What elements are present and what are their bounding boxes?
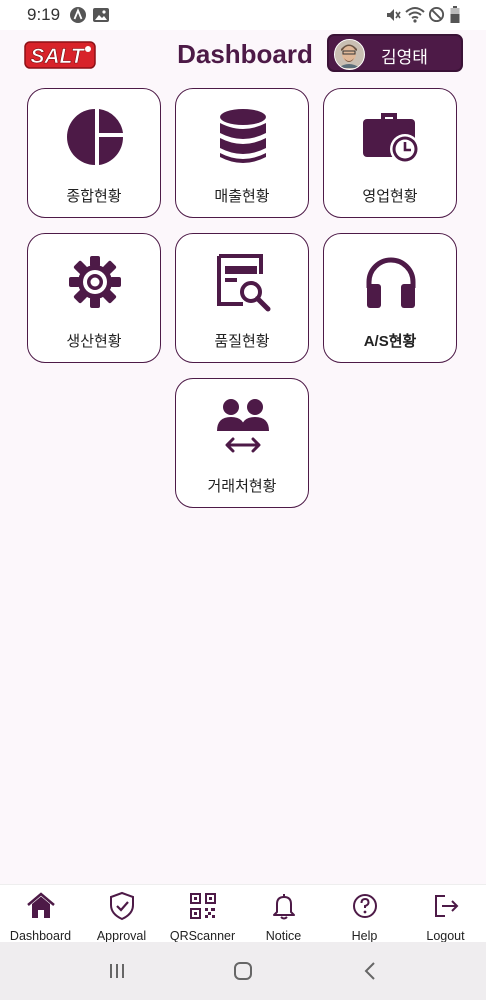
headphones-icon [366, 257, 416, 308]
nav-qrscanner[interactable]: QRScanner [162, 885, 243, 943]
navigation-app-icon [70, 7, 86, 23]
nav-label: Help [351, 929, 378, 943]
avatar [334, 39, 365, 70]
logout-icon [435, 895, 459, 917]
image-notification-icon [93, 8, 109, 22]
bottom-navigation: Dashboard Approval QRScanner Notice Help… [0, 884, 486, 943]
database-icon [220, 109, 266, 163]
shield-check-icon [110, 891, 134, 921]
nav-help[interactable]: Help [324, 885, 405, 943]
page-title: Dashboard [177, 39, 313, 69]
status-bar: 9:19 [0, 0, 486, 30]
nav-label: Notice [265, 929, 302, 943]
battery-icon [450, 6, 460, 23]
nav-dashboard[interactable]: Dashboard [0, 885, 81, 943]
bell-icon [273, 894, 295, 920]
briefcase-clock-icon [363, 113, 420, 164]
salt-logo[interactable]: SALT [24, 40, 96, 70]
tile-overall-status[interactable]: 종합현황 [27, 88, 161, 218]
tile-label: 생산현황 [66, 333, 122, 350]
tile-production-status[interactable]: 생산현황 [27, 233, 161, 363]
do-not-disturb-icon [428, 6, 445, 23]
nav-approval[interactable]: Approval [81, 885, 162, 943]
pie-chart-icon [67, 109, 124, 165]
home-icon [27, 892, 55, 918]
tile-business-status[interactable]: 영업현황 [323, 88, 457, 218]
svg-text:SALT: SALT [30, 45, 85, 68]
wifi-icon [405, 7, 425, 23]
nav-notice[interactable]: Notice [243, 885, 324, 943]
home-button-icon[interactable] [228, 956, 258, 986]
document-search-icon [217, 254, 271, 312]
tile-label: 영업현황 [362, 188, 418, 205]
back-icon[interactable] [356, 956, 386, 986]
nav-label: Dashboard [9, 929, 72, 943]
mute-icon [387, 9, 401, 21]
help-circle-icon [353, 894, 377, 918]
tile-client-status[interactable]: 거래처현황 [175, 378, 309, 508]
qr-code-icon [190, 893, 216, 919]
nav-logout[interactable]: Logout [405, 885, 486, 943]
user-name: 김영태 [381, 48, 428, 67]
user-profile-button[interactable]: 김영태 [327, 34, 463, 72]
tile-sales-status[interactable]: 매출현황 [175, 88, 309, 218]
status-time: 9:19 [27, 5, 61, 24]
nav-label: QRScanner [169, 929, 236, 943]
nav-label: Approval [96, 929, 147, 943]
tile-label: 거래처현황 [207, 478, 277, 495]
tile-label: A/S현황 [363, 333, 417, 350]
tile-as-status[interactable]: A/S현황 [323, 233, 457, 363]
tile-quality-status[interactable]: 품질현황 [175, 233, 309, 363]
system-navigation-bar [0, 942, 486, 1000]
gear-icon [69, 256, 121, 308]
recent-apps-icon[interactable] [102, 956, 132, 986]
tile-label: 품질현황 [214, 333, 270, 350]
people-exchange-icon [217, 399, 269, 453]
nav-label: Logout [426, 929, 465, 943]
tile-label: 매출현황 [214, 188, 270, 205]
avatar-image [335, 40, 363, 68]
app-header: SALT Dashboard 김영태 [0, 30, 486, 80]
tile-label: 종합현황 [66, 188, 122, 205]
